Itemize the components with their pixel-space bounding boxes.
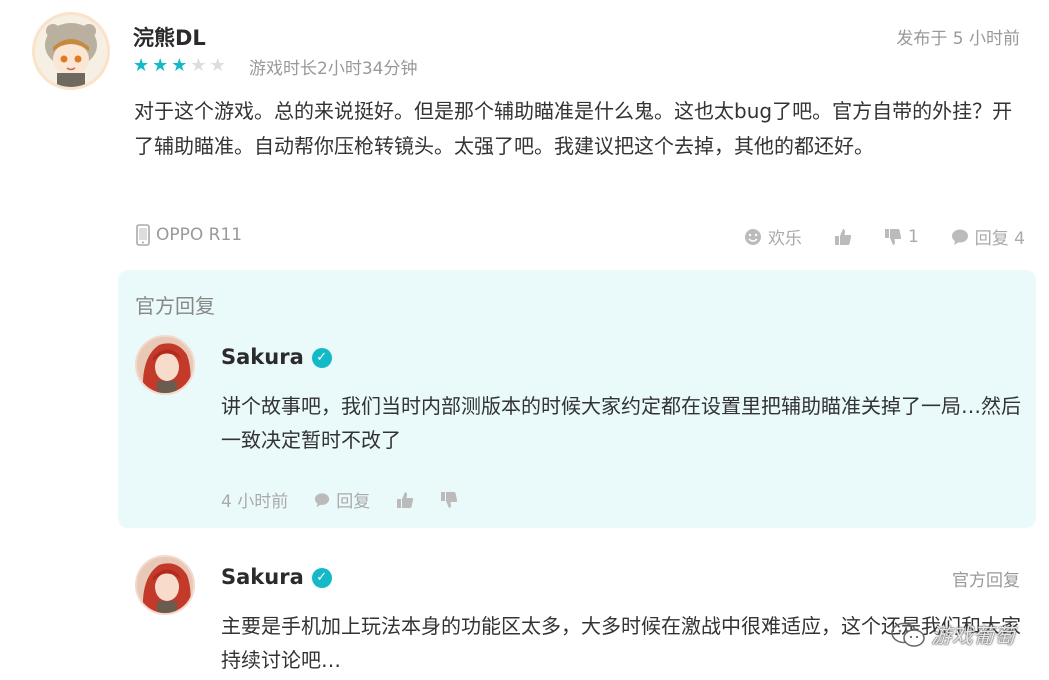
user-avatar[interactable]	[32, 12, 110, 90]
thumbs-down-icon	[441, 491, 458, 508]
star-icon: ★	[209, 55, 226, 76]
review-text: 对于这个游戏。总的来说挺好。但是那个辅助瞄准是什么鬼。这也太bug了吧。官方自带…	[134, 99, 1013, 158]
dislike-count: 1	[907, 226, 919, 247]
second-reply-author[interactable]: Sakura ✓	[221, 565, 332, 589]
dislike-button[interactable]: 1	[884, 227, 919, 247]
official-reply-like-button[interactable]	[396, 491, 414, 509]
comment-icon	[315, 492, 330, 507]
comment-icon	[951, 229, 968, 245]
funny-button[interactable]: 欢乐	[744, 224, 802, 249]
phone-icon	[136, 224, 150, 246]
reply-button[interactable]: 回复 4	[951, 224, 1025, 249]
verified-icon: ✓	[311, 348, 332, 368]
official-reply-time: 4 小时前	[221, 492, 289, 512]
post-time: 发布于 5 小时前	[896, 29, 1020, 49]
sakura-avatar-2[interactable]	[135, 555, 195, 615]
verified-icon: ✓	[311, 568, 332, 588]
star-icon: ★	[133, 55, 150, 76]
review-username[interactable]: 浣熊DL	[133, 22, 206, 52]
official-reply-text: 讲个故事吧，我们当时内部测版本的时候大家约定都在设置里把辅助瞄准关掉了一局…然后…	[221, 394, 1021, 452]
sakura-avatar[interactable]	[135, 335, 195, 395]
official-reply-author[interactable]: Sakura ✓	[221, 345, 332, 369]
thumbs-down-icon	[884, 228, 902, 245]
official-reply-reply-button[interactable]: 回复	[314, 487, 370, 512]
second-reply-author-name: Sakura	[221, 565, 304, 589]
device-info: OPPO R11	[136, 224, 242, 246]
official-reply-author-name: Sakura	[221, 345, 304, 369]
smile-icon	[744, 228, 761, 245]
star-icon: ★	[152, 55, 169, 76]
review-actions: 欢乐 1 回复 4	[744, 224, 1025, 249]
official-reply-reply-label: 回复	[336, 492, 371, 512]
official-reply-tag: 官方回复	[952, 571, 1020, 591]
playtime: 游戏时长2小时34分钟	[249, 59, 418, 79]
wechat-icon	[891, 622, 925, 647]
rating-stars: ★ ★ ★ ★ ★	[133, 57, 226, 75]
star-icon: ★	[190, 55, 207, 76]
device-name: OPPO R11	[156, 225, 243, 245]
thumbs-up-icon	[834, 228, 852, 245]
official-reply-dislike-button[interactable]	[440, 491, 458, 509]
official-reply-meta: 4 小时前 回复	[221, 487, 458, 512]
star-icon: ★	[171, 55, 188, 76]
reply-label: 回复 4	[974, 229, 1025, 249]
funny-label: 欢乐	[767, 229, 802, 249]
thumbs-up-icon	[397, 491, 414, 508]
official-reply-label: 官方回复	[135, 294, 215, 318]
watermark: 游戏葡萄	[891, 620, 1015, 650]
watermark-text: 游戏葡萄	[931, 624, 1015, 648]
like-button[interactable]	[834, 228, 852, 246]
